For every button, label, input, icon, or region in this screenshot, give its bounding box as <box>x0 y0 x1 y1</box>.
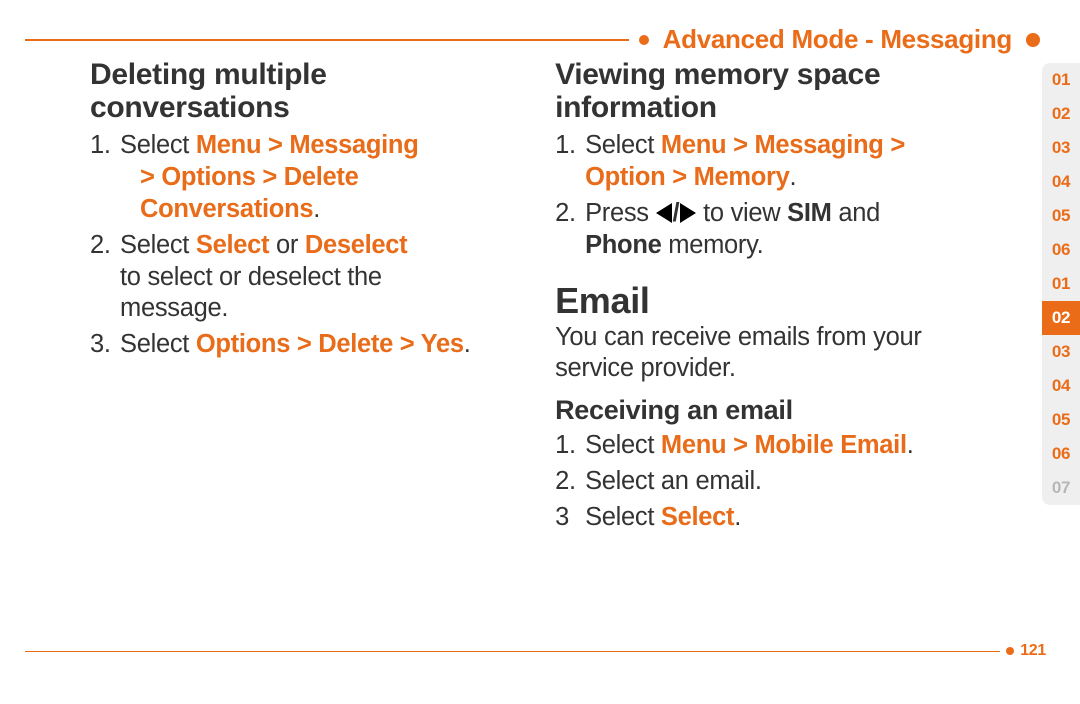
text: memory. <box>661 231 763 259</box>
left-column: Deleting multiple conversations 1. Selec… <box>90 58 555 538</box>
receiving-heading: Receiving an email <box>555 395 1010 426</box>
delete-step-2: 2. Select Select or Deselect to select o… <box>90 230 535 326</box>
section-tab[interactable]: 04 <box>1042 165 1080 199</box>
header-end-bullet-icon <box>1026 33 1040 47</box>
recv-step-1: 1. Select Menu > Mobile Email. <box>555 430 1010 462</box>
menu-path: Menu > Messaging <box>196 131 419 159</box>
text: Select <box>585 431 661 459</box>
memory-step-2: 2. Press / to view SIM and Phone memory. <box>555 198 1010 262</box>
section-tabs: 01020304050601020304050607 <box>1042 63 1080 505</box>
step-text: Press / to view SIM and Phone memory. <box>585 198 1010 262</box>
text: . <box>464 330 471 358</box>
text: or <box>269 231 305 259</box>
step-text: Select Menu > Messaging > Options > Dele… <box>120 130 535 226</box>
step-number: 3 <box>555 502 585 534</box>
section-tab[interactable]: 03 <box>1042 131 1080 165</box>
label-phone: Phone <box>585 231 661 259</box>
section-tab[interactable]: 01 <box>1042 63 1080 97</box>
delete-heading: Deleting multiple conversations <box>90 58 535 124</box>
footer-bullet-icon <box>1006 647 1014 655</box>
delete-heading-l2: conversations <box>90 91 290 124</box>
step-text: Select Menu > Mobile Email. <box>585 430 1010 462</box>
menu-path: Option > Memory <box>585 163 789 191</box>
header-rule-line <box>25 39 629 41</box>
section-tab[interactable]: 07 <box>1042 471 1080 505</box>
step-number: 2. <box>90 230 120 326</box>
section-tab[interactable]: 05 <box>1042 199 1080 233</box>
section-tab[interactable]: 03 <box>1042 335 1080 369</box>
section-tab[interactable]: 05 <box>1042 403 1080 437</box>
step-text: Select Select or Deselect to select or d… <box>120 230 535 326</box>
text: to view <box>696 199 787 227</box>
label-sim: SIM <box>787 199 831 227</box>
section-tab[interactable]: 04 <box>1042 369 1080 403</box>
text: Press <box>585 199 655 227</box>
memory-heading: Viewing memory space information <box>555 58 1010 124</box>
step-number: 1. <box>555 130 585 194</box>
delete-steps: 1. Select Menu > Messaging > Options > D… <box>90 130 535 361</box>
step-number: 2. <box>555 198 585 262</box>
section-tab[interactable]: 06 <box>1042 233 1080 267</box>
text: You can receive emails from your <box>555 323 921 351</box>
step-text: Select Options > Delete > Yes. <box>120 329 535 361</box>
email-heading: Email <box>555 280 1010 322</box>
text: . <box>907 431 914 459</box>
section-tab[interactable]: 02 <box>1042 97 1080 131</box>
content-area: Deleting multiple conversations 1. Selec… <box>90 58 1030 538</box>
arrow-right-icon <box>680 203 696 223</box>
option: Select <box>661 503 734 531</box>
header-title: Advanced Mode - Messaging <box>663 24 1012 55</box>
slash-icon: / <box>673 198 680 230</box>
text: and <box>832 199 880 227</box>
step-text: Select Select. <box>585 502 1010 534</box>
delete-step-3: 3. Select Options > Delete > Yes. <box>90 329 535 361</box>
header-rule: Advanced Mode - Messaging <box>0 24 1080 55</box>
delete-heading-l1: Deleting multiple <box>90 58 327 91</box>
memory-heading-l1: Viewing memory space <box>555 58 880 91</box>
memory-steps: 1. Select Menu > Messaging > Option > Me… <box>555 130 1010 262</box>
receiving-steps: 1. Select Menu > Mobile Email. 2. Select… <box>555 430 1010 534</box>
header-bullet-icon <box>639 35 649 45</box>
section-tab[interactable]: 06 <box>1042 437 1080 471</box>
footer-rule-line <box>25 651 1000 652</box>
right-column: Viewing memory space information 1. Sele… <box>555 58 1030 538</box>
step-number: 2. <box>555 466 585 498</box>
text: . <box>734 503 741 531</box>
section-tab[interactable]: 02 <box>1042 301 1080 335</box>
page-number: 121 <box>1020 642 1046 660</box>
email-description: You can receive emails from your service… <box>555 322 1010 386</box>
step-number: 1. <box>90 130 120 226</box>
menu-path: Menu > Mobile Email <box>661 431 907 459</box>
text: message. <box>120 294 228 322</box>
memory-heading-l2: information <box>555 91 717 124</box>
text: service provider. <box>555 354 736 382</box>
step-text: Select an email. <box>585 466 1010 498</box>
text: Select <box>585 503 661 531</box>
step-number: 1. <box>555 430 585 462</box>
menu-path: Options > Delete > Yes <box>196 330 464 358</box>
menu-path: Conversations <box>140 195 313 223</box>
menu-path: > Options > Delete <box>140 163 359 191</box>
option: Deselect <box>305 231 408 259</box>
menu-path: Menu > Messaging > <box>661 131 905 159</box>
memory-step-1: 1. Select Menu > Messaging > Option > Me… <box>555 130 1010 194</box>
step-text: Select Menu > Messaging > Option > Memor… <box>585 130 1010 194</box>
recv-step-3: 3 Select Select. <box>555 502 1010 534</box>
recv-step-2: 2. Select an email. <box>555 466 1010 498</box>
text: . <box>790 163 797 191</box>
page-footer: 121 <box>0 642 1046 660</box>
text: Select <box>120 131 196 159</box>
step-number: 3. <box>90 329 120 361</box>
option: Select <box>196 231 269 259</box>
text: Select <box>120 231 196 259</box>
arrow-left-icon <box>656 203 672 223</box>
text: Select <box>120 330 196 358</box>
section-tab[interactable]: 01 <box>1042 267 1080 301</box>
text: Select <box>585 131 661 159</box>
delete-step-1: 1. Select Menu > Messaging > Options > D… <box>90 130 535 226</box>
text: to select or deselect the <box>120 263 382 291</box>
